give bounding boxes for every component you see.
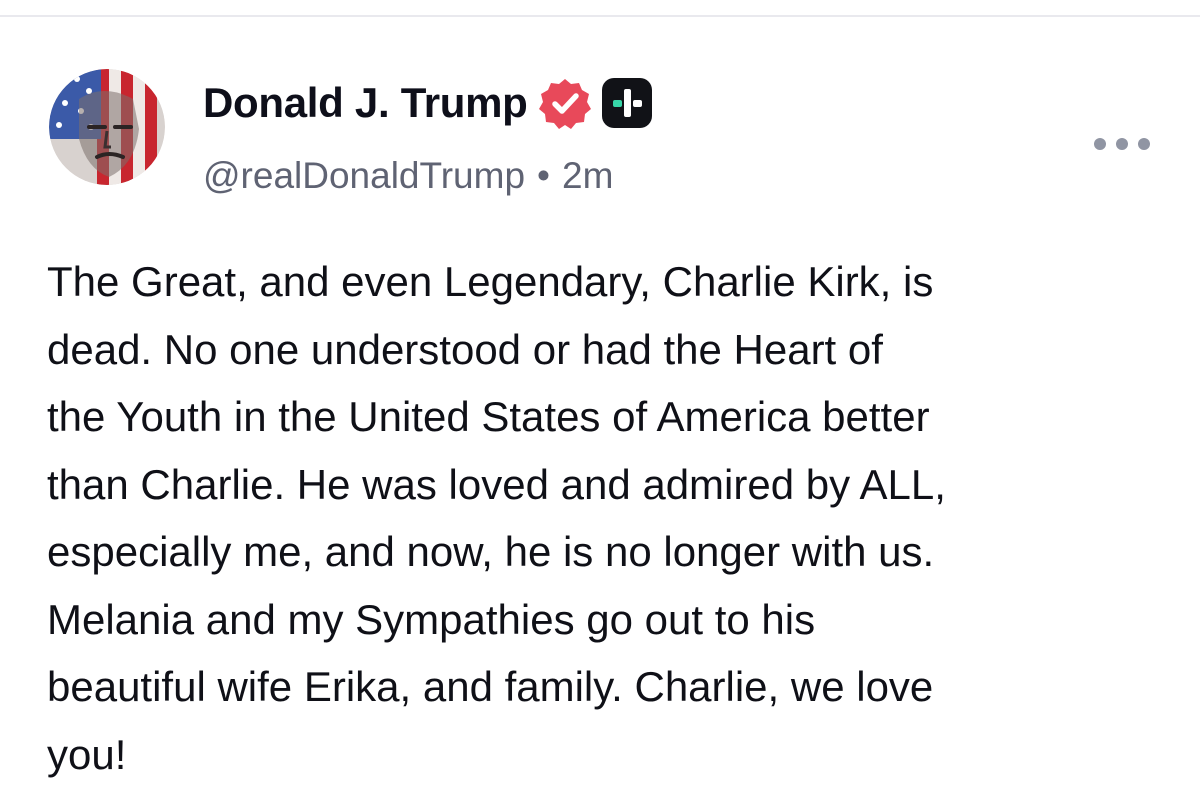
meta-separator: • [537,155,551,196]
more-dot [1138,138,1150,150]
verified-badge-icon [538,76,592,130]
post-card: Donald J. Trump @realDonaldTrump • 2m Th… [0,17,1200,794]
more-dot [1116,138,1128,150]
author-display-name[interactable]: Donald J. Trump [203,79,528,127]
more-dot [1094,138,1106,150]
post-timestamp[interactable]: 2m [562,155,613,197]
post-body-text: The Great, and even Legendary, Charlie K… [47,258,946,778]
more-options-icon[interactable] [1094,129,1150,159]
avatar-image [49,69,165,185]
author-meta-row: @realDonaldTrump • 2m [203,155,613,197]
author-name-row: Donald J. Trump [203,75,654,131]
author-avatar[interactable] [49,69,165,185]
plus-badge-icon [600,76,654,130]
author-handle[interactable]: @realDonaldTrump [203,155,525,197]
